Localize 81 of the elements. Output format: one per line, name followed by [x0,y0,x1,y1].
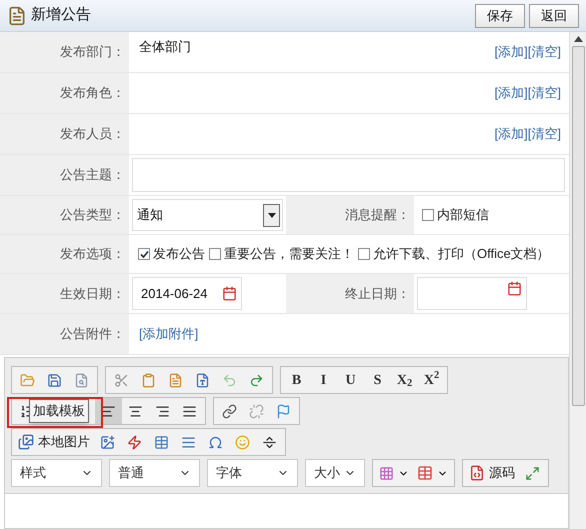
align-center-icon [128,404,143,418]
color-grid-icon [379,466,394,480]
format-dropdown[interactable]: 样式 [11,459,102,487]
smiley-icon [235,434,250,450]
field-value: 全体部门 [139,39,191,54]
paste-text-icon [168,372,183,388]
save-button[interactable]: 保存 [475,4,525,28]
calendar-icon [507,281,522,296]
image-icon [100,434,115,450]
lines-icon [181,434,196,450]
cut-icon [114,372,129,388]
table-icon [417,465,433,481]
field-label: 发布角色： [60,84,125,102]
field-label: 公告附件： [60,325,125,344]
flash-icon [127,434,142,450]
date-field[interactable]: 2014-06-24 [132,277,242,310]
tooltip: 加载模板 [29,399,89,422]
scroll-up-arrow-icon[interactable] [574,36,582,42]
source-button[interactable]: 本地图片 [14,430,94,454]
add-link[interactable]: [添加] [494,83,528,103]
preview-icon [74,372,89,388]
add-link[interactable]: [添加] [494,42,528,62]
field-label: 公告类型： [60,206,125,224]
align-right-icon [155,404,170,418]
format-button[interactable]: X$^{2}$ [418,368,445,392]
source-icon [469,465,485,481]
format-dropdown[interactable]: 普通 [109,459,200,487]
page-title: 新增公告 [31,5,91,26]
checkbox[interactable] [422,209,434,221]
table-icon [154,434,169,450]
notepad-icon [7,6,27,26]
format-button[interactable]: X$_{2}$ [391,368,418,392]
field-label: 公告主题： [60,166,125,184]
clear-link[interactable]: [清空] [528,124,561,144]
redo-icon [249,372,264,388]
subject-input[interactable] [132,158,565,192]
format-button[interactable]: S [364,368,391,392]
field-label: 生效日期： [60,284,125,303]
align-left-icon [101,404,116,418]
format-dropdown[interactable]: 字体 [207,459,298,487]
format-dropdown[interactable]: 大小 [305,459,365,487]
back-button[interactable]: 返回 [529,4,579,28]
omega-icon [208,434,223,450]
calendar-icon [222,286,237,301]
align-left-button[interactable] [95,398,122,424]
unlink-icon [249,404,264,418]
format-button[interactable]: I [310,368,337,392]
undo-icon [222,372,237,388]
checkbox-label: 发布公告 [153,245,205,264]
field-label: 终止日期： [345,284,410,303]
justify-icon [182,404,197,418]
check-icon [140,250,148,258]
add-attachment-link[interactable]: [添加附件] [139,324,198,344]
flag-icon [276,404,291,418]
add-link[interactable]: [添加] [494,124,528,144]
fullscreen-icon [525,466,540,480]
checkbox[interactable] [209,248,221,260]
checkbox[interactable] [358,248,370,260]
field-label: 消息提醒： [345,206,410,224]
checkbox[interactable] [138,248,150,260]
source-button[interactable]: 源码 [465,461,519,485]
format-button[interactable]: U [337,368,364,392]
save-icon [47,372,62,388]
paste-icon [141,372,156,388]
checkbox-label: 允许下载、打印（Office文档） [373,245,550,264]
checkbox-label: 内部短信 [437,206,489,224]
scrollbar-thumb[interactable] [572,46,584,406]
format-button[interactable]: B [283,368,310,392]
clear-link[interactable]: [清空] [528,42,561,62]
date-field[interactable] [417,277,527,310]
type-select[interactable]: 通知 [132,199,283,231]
field-label: 发布选项： [60,245,125,264]
paste-word-icon [195,372,210,388]
field-label: 发布部门： [60,43,125,62]
folder-icon [20,372,35,388]
images-icon [18,434,34,450]
clear-link[interactable]: [清空] [528,83,561,103]
field-label: 发布人员： [60,125,125,144]
checkbox-label: 重要公告，需要关注！ [224,245,354,264]
page-break-icon [262,434,277,450]
link-icon [222,404,237,418]
